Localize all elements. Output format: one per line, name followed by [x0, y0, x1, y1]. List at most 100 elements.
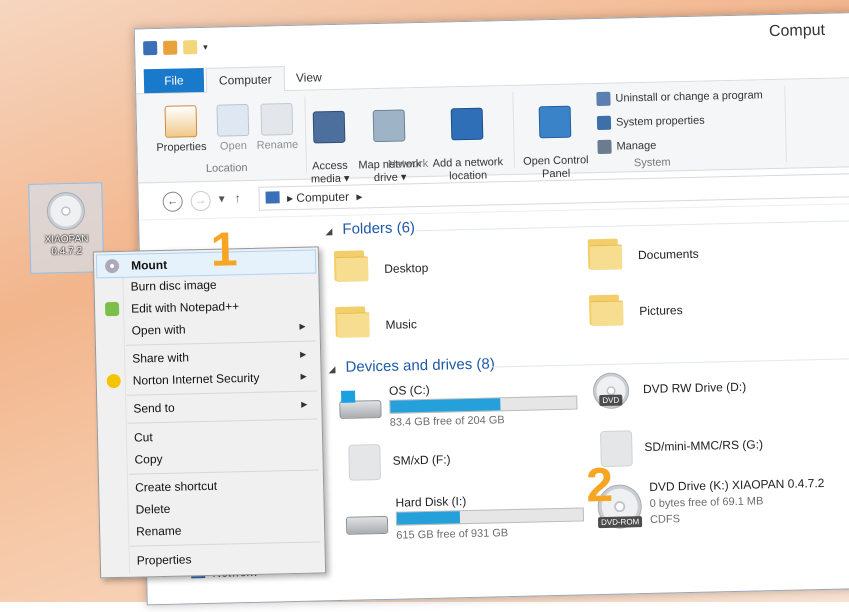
folder-icon[interactable] — [587, 233, 623, 271]
drive-smxd-name[interactable]: SM/xD (F:) — [392, 452, 450, 467]
menu-item-label: Mount — [130, 257, 168, 273]
ribbon-divider — [304, 96, 308, 173]
drive-os-free: 83.4 GB free of 204 GB — [389, 414, 505, 429]
new-folder-icon[interactable] — [183, 40, 198, 55]
tab-view[interactable]: View — [284, 65, 334, 90]
open-button[interactable]: Open — [214, 103, 251, 154]
recent-locations-icon[interactable]: ▾ — [218, 192, 224, 206]
card-reader-icon[interactable] — [348, 444, 382, 481]
submenu-arrow-icon: ▶ — [299, 321, 306, 331]
devices-header-label: Devices and drives (8) — [345, 355, 495, 376]
collapse-icon[interactable]: ◢ — [325, 226, 332, 236]
folder-icon[interactable] — [333, 244, 369, 282]
hard-drive-icon[interactable] — [345, 506, 389, 537]
annotation-number-2: 2 — [585, 458, 614, 513]
drive-os-name[interactable]: OS (C:) — [389, 383, 430, 398]
rename-label: Rename — [256, 138, 299, 152]
menu-item-send-to[interactable]: Send to ▶ — [99, 393, 317, 420]
collapse-icon[interactable]: ◢ — [328, 364, 335, 374]
drive-dvdrw-name[interactable]: DVD RW Drive (D:) — [643, 380, 746, 396]
drive-dvd-name[interactable]: DVD Drive (K:) XIAOPAN 0.4.7.2 — [649, 476, 824, 494]
folder-documents[interactable]: Documents — [638, 247, 699, 262]
network-drive-icon — [372, 109, 406, 143]
drive-hdd-free: 615 GB free of 931 GB — [396, 527, 509, 542]
rename-button[interactable]: Rename — [254, 102, 299, 153]
add-network-location-button[interactable]: Add a network location — [426, 94, 508, 184]
folder-music[interactable]: Music — [385, 317, 417, 332]
quick-access-toolbar: ▾ — [143, 40, 208, 56]
windows-logo-icon — [341, 390, 356, 403]
notepad-plus-plus-icon — [104, 301, 120, 317]
menu-item-label: Share with — [132, 350, 190, 366]
devices-header[interactable]: ◢ Devices and drives (8) — [328, 355, 495, 376]
ribbon: Properties Open Rename Location Access m… — [136, 78, 849, 186]
breadcrumb-computer[interactable]: Computer — [296, 190, 349, 205]
properties-button[interactable]: Properties — [151, 105, 212, 155]
section-divider — [490, 358, 849, 368]
control-panel-icon — [538, 105, 572, 139]
annotation-number-1: 1 — [210, 223, 239, 277]
system-properties-button[interactable]: System properties — [596, 114, 705, 131]
drive-hdd-name[interactable]: Hard Disk (I:) — [395, 494, 466, 510]
hard-drive-icon[interactable] — [339, 390, 382, 421]
folder-desktop[interactable]: Desktop — [384, 261, 428, 276]
tab-file[interactable]: File — [143, 67, 205, 94]
menu-item-label: Send to — [133, 400, 175, 416]
network-location-icon — [450, 107, 484, 141]
drive-hdd-usage-bar — [395, 507, 585, 526]
properties-icon — [164, 105, 198, 138]
manage-icon — [597, 139, 612, 155]
menu-item-norton[interactable]: Norton Internet Security ▶ — [98, 365, 316, 392]
uninstall-program-button[interactable]: Uninstall or change a program — [596, 88, 763, 107]
submenu-arrow-icon: ▶ — [300, 371, 307, 381]
folders-header-label: Folders (6) — [342, 219, 416, 238]
menu-item-label: Rename — [135, 523, 182, 539]
menu-item-label: Open with — [131, 322, 186, 338]
open-label: Open — [219, 139, 248, 153]
menu-item-label: Cut — [133, 430, 153, 445]
programs-icon — [596, 91, 611, 107]
rename-icon — [260, 102, 294, 136]
open-icon — [216, 103, 250, 137]
tab-computer[interactable]: Computer — [205, 66, 285, 94]
menu-item-label: Delete — [135, 501, 171, 517]
menu-item-label: Properties — [136, 552, 192, 568]
breadcrumb-separator[interactable]: ▸ — [287, 191, 293, 205]
computer-icon[interactable] — [143, 41, 158, 56]
dvd-rom-badge: DVD-ROM — [597, 516, 643, 529]
drive-sdmmc-name[interactable]: SD/mini-MMC/RS (G:) — [644, 437, 763, 454]
menu-item-open-with[interactable]: Open with ▶ — [97, 315, 315, 342]
map-network-drive-button[interactable]: Map network drive ▾ — [352, 96, 426, 186]
breadcrumb-chevron-icon[interactable]: ▸ — [356, 189, 362, 203]
menu-item-rename[interactable]: Rename — [102, 516, 320, 543]
qat-dropdown-icon[interactable]: ▾ — [203, 41, 208, 52]
manage-label: Manage — [616, 139, 657, 153]
menu-item-properties[interactable]: Properties — [103, 545, 321, 572]
uninstall-program-label: Uninstall or change a program — [615, 89, 763, 105]
disc-image-icon — [46, 191, 86, 231]
access-media-button[interactable]: Access media ▾ — [308, 98, 350, 187]
manage-button[interactable]: Manage — [597, 139, 657, 155]
group-location-label: Location — [205, 161, 248, 175]
folder-icon[interactable] — [588, 288, 624, 327]
up-arrow-icon[interactable]: ↑ — [234, 191, 240, 205]
folders-header[interactable]: ◢ Folders (6) — [325, 219, 415, 238]
open-control-panel-button[interactable]: Open Control Panel — [516, 92, 594, 182]
media-icon — [312, 110, 346, 144]
screenshot-layer: ▾ Comput File Computer View Properties O… — [0, 0, 849, 612]
submenu-arrow-icon: ▶ — [299, 349, 307, 359]
context-menu: Mount Burn disc image Edit with Notepad+… — [92, 246, 327, 579]
properties-icon[interactable] — [163, 40, 178, 55]
folder-pictures[interactable]: Pictures — [639, 303, 683, 318]
properties-label: Properties — [156, 140, 207, 155]
menu-item-label: Burn disc image — [130, 277, 217, 294]
menu-item-copy[interactable]: Copy — [100, 444, 318, 471]
folder-icon[interactable] — [335, 300, 370, 338]
dvd-badge: DVD — [599, 394, 623, 407]
drive-hdd-usage-fill — [396, 511, 461, 525]
group-system-label: System — [633, 156, 671, 170]
back-arrow-icon[interactable]: ← — [162, 191, 183, 212]
ribbon-divider — [512, 91, 516, 168]
forward-arrow-icon[interactable]: → — [190, 190, 211, 212]
drive-dvd-free: 0 bytes free of 69.1 MB — [649, 495, 764, 510]
